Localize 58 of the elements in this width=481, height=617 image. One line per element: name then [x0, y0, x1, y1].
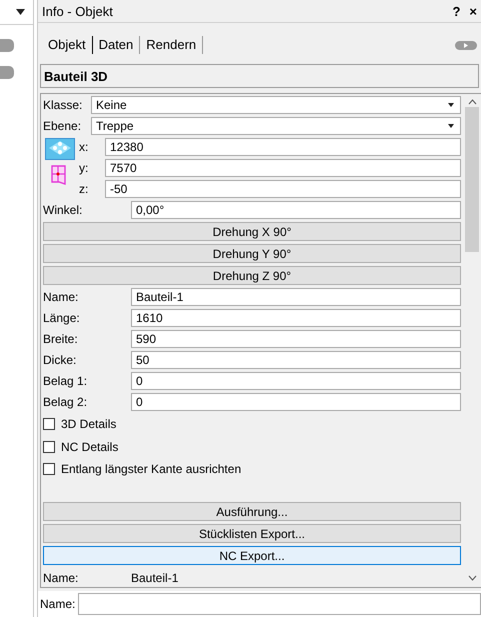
field-label: Belag 2: [43, 395, 88, 409]
input-field[interactable]: 50 [131, 351, 461, 369]
help-button[interactable]: ? [452, 4, 460, 18]
caret-icon [448, 124, 454, 128]
field-label: Name: [43, 290, 80, 304]
dropdown[interactable]: Keine [91, 96, 461, 114]
input-field[interactable]: Bauteil-1 [131, 288, 461, 306]
field-label: z: [79, 182, 90, 196]
dropdown[interactable]: Treppe [91, 117, 461, 135]
input-field[interactable]: 7570 [105, 159, 461, 177]
input-field[interactable]: 0 [131, 372, 461, 390]
play-icon [464, 42, 468, 48]
top-view-icon[interactable] [45, 138, 75, 160]
input-field[interactable]: 12380 [105, 138, 461, 156]
side-tab[interactable] [0, 66, 14, 79]
field-label: Ebene: [43, 119, 82, 133]
panel-title: Info - Objekt [42, 4, 114, 18]
field-label: x: [79, 140, 90, 154]
expand-button[interactable] [455, 40, 477, 50]
scroll-down-icon[interactable] [468, 575, 476, 581]
checkbox[interactable] [43, 463, 55, 476]
checkbox-label: 3D Details [61, 416, 116, 431]
action-button[interactable]: Ausführung... [43, 502, 461, 522]
input-field[interactable]: -50 [105, 180, 461, 198]
name-value: Bauteil-1 [131, 570, 178, 585]
action-button[interactable]: Drehung Y 90° [43, 244, 461, 263]
close-button[interactable]: × [469, 4, 477, 18]
action-button[interactable]: NC Export... [43, 546, 461, 566]
field-label: y: [79, 161, 90, 175]
checkbox[interactable] [43, 440, 55, 453]
input-field[interactable]: 1610 [131, 309, 461, 327]
field-label: Name: [43, 570, 80, 585]
tab[interactable]: Rendern [140, 36, 204, 54]
field-label: Belag 1: [43, 374, 88, 388]
input-field[interactable]: 0,00° [131, 201, 461, 219]
checkbox[interactable] [43, 418, 55, 430]
field-label: Dicke: [43, 353, 78, 367]
scroll-thumb[interactable] [465, 107, 479, 252]
input-field[interactable]: 0 [131, 393, 461, 411]
field-label: Winkel: [43, 203, 84, 217]
input-field[interactable]: 590 [131, 330, 461, 348]
object-type-header: Bauteil 3D [40, 64, 479, 88]
side-tab[interactable] [0, 39, 14, 52]
action-button[interactable]: Stücklisten Export... [43, 524, 461, 544]
field-label: Klasse: [43, 98, 84, 112]
tab[interactable]: Daten [92, 36, 140, 54]
action-button[interactable]: Drehung Z 90° [43, 266, 461, 285]
name-input[interactable] [78, 593, 481, 615]
caret-icon[interactable] [16, 9, 25, 15]
tab[interactable]: Objekt [42, 36, 93, 54]
field-label: Name: [40, 597, 76, 611]
checkbox-label: Entlang längster Kante ausrichten [61, 462, 242, 476]
checkbox-label: NC Details [61, 440, 118, 454]
scroll-up-icon[interactable] [468, 99, 476, 105]
action-button[interactable]: Drehung X 90° [43, 222, 461, 241]
field-label: Länge: [43, 311, 81, 325]
caret-icon [448, 103, 454, 107]
field-label: Breite: [43, 332, 79, 346]
